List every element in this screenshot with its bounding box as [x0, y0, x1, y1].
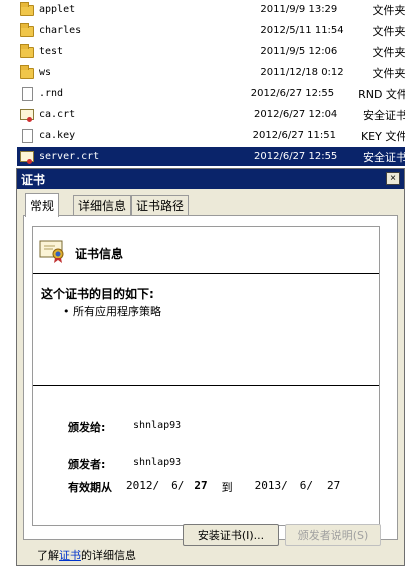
file-type: 安全证书 — [362, 108, 405, 122]
valid-from-year: 2012/ — [126, 479, 160, 492]
file-date: 2011/9/9 13:29 — [260, 4, 338, 15]
folder-icon — [19, 22, 35, 39]
file-name: .rnd — [39, 88, 64, 99]
file-name: test — [39, 46, 64, 57]
file-type: 文件夹 — [372, 24, 405, 38]
divider — [33, 273, 379, 274]
certificate-info-box: 证书信息 这个证书的目的如下: • 所有应用程序策略 颁发给: shnlap93… — [32, 226, 380, 526]
file-row-rnd[interactable]: .rnd 2012/6/27 12:55 RND 文件 — [17, 84, 405, 103]
file-date: 2012/6/27 11:51 — [252, 130, 336, 141]
valid-from-day: 27 — [194, 479, 208, 492]
learn-more-prefix: 了解 — [37, 549, 59, 562]
file-type: 安全证书 — [362, 150, 405, 164]
purpose-heading: 这个证书的目的如下: — [41, 287, 154, 301]
file-type: RND 文件 — [358, 87, 405, 101]
file-row-ca-crt[interactable]: ca.crt 2012/6/27 12:04 安全证书 — [17, 105, 405, 124]
file-row-ws[interactable]: ws 2011/12/18 0:12 文件夹 — [17, 63, 405, 82]
divider — [33, 385, 379, 386]
file-row-server-crt[interactable]: server.crt 2012/6/27 12:55 安全证书 — [17, 147, 405, 166]
issued-by-value: shnlap93 — [133, 457, 182, 468]
file-name: server.crt — [39, 151, 100, 162]
validity-row: 有效期从 2012/ 6/ 27 到 2013/ 6/ 27 — [68, 479, 340, 495]
file-type: 文件夹 — [372, 45, 405, 59]
file-list: applet 2011/9/9 13:29 文件夹 charles 2012/5… — [0, 0, 405, 168]
file-row-ca-key[interactable]: ca.key 2012/6/27 11:51 KEY 文件 — [17, 126, 405, 145]
close-button[interactable]: × — [386, 172, 400, 185]
file-name: ca.key — [39, 130, 76, 141]
validity-label: 有效期从 — [68, 481, 112, 494]
valid-from-month: 6/ — [171, 479, 185, 492]
validity-to-label: 到 — [221, 481, 233, 494]
file-name: applet — [39, 4, 76, 15]
learn-more-suffix: 的详细信息 — [81, 549, 136, 562]
dialog-titlebar[interactable]: 证书 × — [17, 169, 404, 189]
folder-icon — [19, 1, 35, 18]
issuer-statement-button[interactable]: 颁发者说明(S) — [285, 524, 381, 546]
file-date: 2011/9/5 12:06 — [260, 46, 338, 57]
dialog-title: 证书 — [21, 172, 46, 187]
file-name: ws — [39, 67, 52, 78]
file-date: 2012/5/11 11:54 — [260, 25, 344, 36]
document-icon — [19, 86, 35, 102]
valid-to-month: 6/ — [299, 479, 313, 492]
file-row-charles[interactable]: charles 2012/5/11 11:54 文件夹 — [17, 21, 405, 40]
file-type: 文件夹 — [372, 66, 405, 80]
file-row-applet[interactable]: applet 2011/9/9 13:29 文件夹 — [17, 0, 405, 19]
tab-general[interactable]: 常规 — [25, 193, 60, 217]
file-date: 2012/6/27 12:55 — [250, 88, 335, 99]
learn-more-text: 了解证书的详细信息 — [37, 547, 136, 563]
certificate-icon — [19, 107, 35, 123]
issued-to-value: shnlap93 — [133, 420, 182, 431]
certificate-dialog: 证书 × 常规 详细信息 证书路径 证书信息 这个证书的目的如下: • 所有应用… — [16, 168, 405, 566]
file-name: charles — [39, 25, 82, 36]
valid-to-year: 2013/ — [254, 479, 288, 492]
certificate-icon — [39, 239, 67, 263]
file-type: KEY 文件 — [360, 129, 405, 143]
file-type: 文件夹 — [372, 3, 405, 17]
folder-icon — [19, 43, 35, 60]
document-icon — [19, 128, 35, 144]
certificate-info-title: 证书信息 — [75, 247, 124, 261]
install-certificate-button[interactable]: 安装证书(I)... — [183, 524, 279, 546]
valid-to-day: 27 — [327, 479, 341, 492]
issued-by-label: 颁发者: — [68, 458, 106, 471]
file-date: 2012/6/27 12:55 — [254, 151, 338, 162]
certificate-icon — [19, 149, 35, 165]
certificate-link[interactable]: 证书 — [59, 549, 81, 562]
tab-certification-path[interactable]: 证书路径 — [131, 195, 190, 215]
folder-icon — [19, 64, 35, 81]
general-tab-panel: 证书信息 这个证书的目的如下: • 所有应用程序策略 颁发给: shnlap93… — [23, 215, 398, 540]
file-name: ca.crt — [39, 109, 76, 120]
purpose-item: • 所有应用程序策略 — [63, 305, 161, 318]
file-row-test[interactable]: test 2011/9/5 12:06 文件夹 — [17, 42, 405, 61]
issued-to-label: 颁发给: — [68, 421, 106, 434]
file-date: 2012/6/27 12:04 — [254, 109, 338, 120]
tab-details[interactable]: 详细信息 — [73, 195, 132, 215]
file-date: 2011/12/18 0:12 — [260, 67, 344, 78]
